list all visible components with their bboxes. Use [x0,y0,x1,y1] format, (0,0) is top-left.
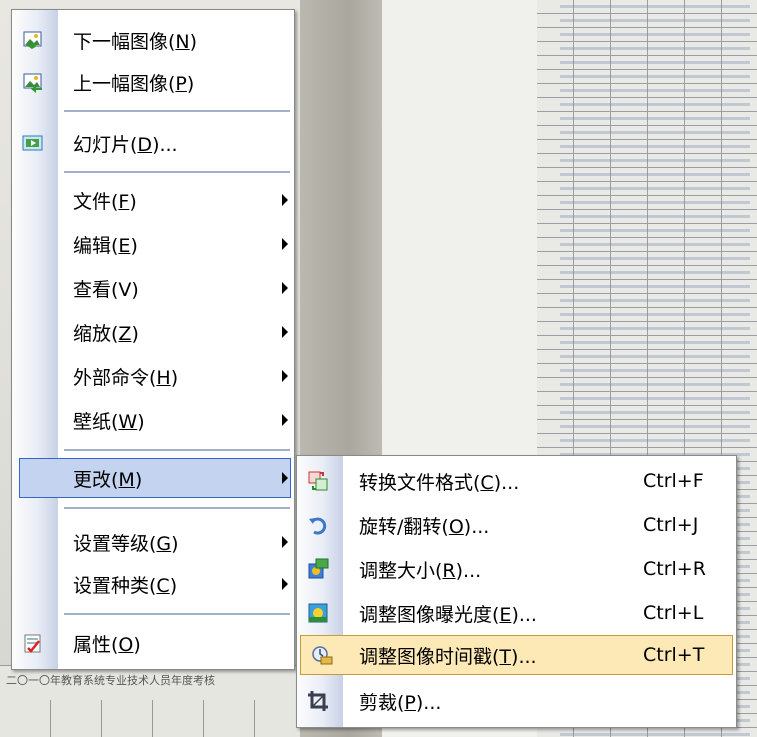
menu-item-label: 设置等级(G) [73,532,179,555]
menu-item-label: 属性(O) [73,633,141,656]
menu-item-label: 更改(M) [73,468,143,491]
menu-item-label: 壁纸(W) [73,410,145,433]
convert-format-icon [307,470,329,492]
submenu-arrow-icon [282,414,288,426]
submenu-arrow-icon [282,282,288,294]
submenu-arrow-icon [282,370,288,382]
menu-item-label: 编辑(E) [73,234,138,257]
menu-separator [64,449,290,451]
shortcut-label: Ctrl+T [643,644,705,666]
menu-separator [64,171,290,173]
submenu-arrow-icon [282,194,288,206]
slideshow-icon [22,132,44,154]
submenu-item-label: 调整图像时间戳(T)... [359,645,537,668]
document-footer-lines [0,700,300,737]
submenu-item-label: 转换文件格式(C)... [359,471,520,494]
shortcut-label: Ctrl+R [643,558,706,580]
resize-icon [307,558,329,580]
menu-item-edit[interactable]: 编辑(E) [12,223,294,265]
menu-item-previous-image[interactable]: 上一幅图像(P) [12,61,294,103]
menu-item-label: 上一幅图像(P) [73,72,195,95]
menu-item-next-image[interactable]: 下一幅图像(N) [12,19,294,61]
menu-item-external-commands[interactable]: 外部命令(H) [12,355,294,397]
submenu-item-convert-format[interactable]: 转换文件格式(C)... Ctrl+F [297,459,736,503]
menu-item-label: 缩放(Z) [73,322,139,345]
menu-item-set-category[interactable]: 设置种类(C) [12,563,294,605]
prev-image-icon [22,71,44,93]
modify-submenu: 转换文件格式(C)... Ctrl+F 旋转/翻转(O)... Ctrl+J 调… [296,455,737,728]
context-menu: 下一幅图像(N) 上一幅图像(P) 幻灯片(D)... 文件(F) 编辑(E) … [11,9,295,670]
submenu-arrow-icon [282,238,288,250]
timestamp-icon [311,644,333,666]
properties-icon [22,632,44,654]
menu-item-view[interactable]: 查看(V) [12,267,294,309]
menu-item-label: 幻灯片(D)... [73,133,178,156]
submenu-item-rotate-flip[interactable]: 旋转/翻转(O)... Ctrl+J [297,503,736,547]
menu-item-properties[interactable]: 属性(O) [12,622,294,664]
crop-icon [307,690,329,712]
shortcut-label: Ctrl+F [643,470,704,492]
menu-separator [64,507,290,509]
submenu-item-crop[interactable]: 剪裁(P)... [297,679,736,723]
shortcut-label: Ctrl+L [643,602,704,624]
menu-item-label: 文件(F) [73,190,137,213]
submenu-item-label: 调整大小(R)... [359,559,482,582]
menu-item-set-rating[interactable]: 设置等级(G) [12,521,294,563]
menu-item-modify[interactable]: 更改(M) [19,458,291,498]
menu-item-file[interactable]: 文件(F) [12,179,294,221]
submenu-item-timestamp[interactable]: 调整图像时间戳(T)... Ctrl+T [300,635,733,675]
shortcut-label: Ctrl+J [643,514,699,536]
submenu-arrow-icon [282,326,288,338]
menu-item-label: 设置种类(C) [73,574,178,597]
submenu-arrow-icon [282,536,288,548]
menu-separator [64,110,290,112]
next-image-icon [22,29,44,51]
menu-item-label: 下一幅图像(N) [73,30,198,53]
submenu-item-label: 旋转/翻转(O)... [359,515,490,538]
submenu-item-resize[interactable]: 调整大小(R)... Ctrl+R [297,547,736,591]
submenu-item-exposure[interactable]: 调整图像曝光度(E)... Ctrl+L [297,591,736,635]
rotate-icon [307,514,329,536]
menu-separator [64,613,290,615]
document-caption: 二〇一〇年教育系统专业技术人员年度考核 [6,674,215,687]
submenu-item-label: 剪裁(P)... [359,691,442,714]
submenu-item-label: 调整图像曝光度(E)... [359,603,537,626]
submenu-arrow-icon [282,578,288,590]
exposure-icon [307,602,329,624]
menu-item-zoom[interactable]: 缩放(Z) [12,311,294,353]
menu-item-wallpaper[interactable]: 壁纸(W) [12,399,294,441]
menu-item-label: 外部命令(H) [73,366,179,389]
menu-item-label: 查看(V) [73,278,139,301]
submenu-arrow-icon [282,472,288,484]
menu-item-slideshow[interactable]: 幻灯片(D)... [12,122,294,164]
